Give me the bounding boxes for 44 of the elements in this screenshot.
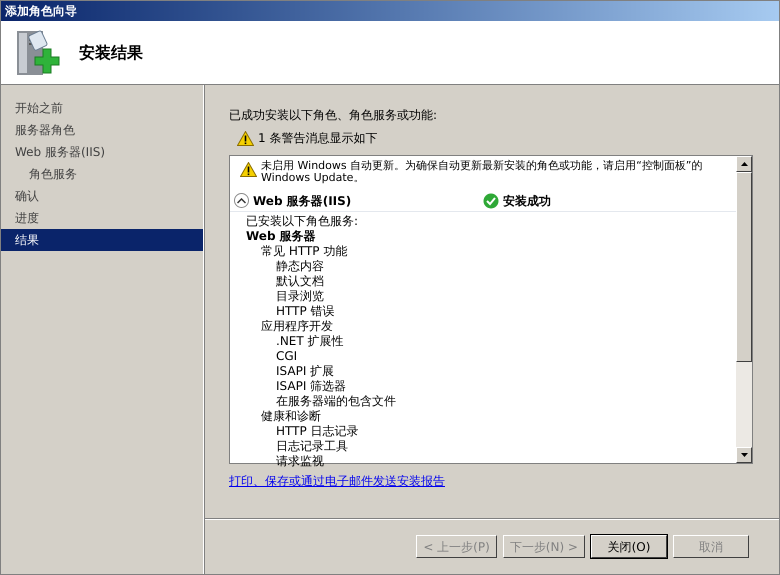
- collapse-button[interactable]: [234, 193, 249, 208]
- role-service-item: .NET 扩展性: [275, 334, 345, 349]
- role-service-item: 请求监视: [275, 454, 325, 469]
- nav-item[interactable]: 角色服务: [1, 163, 203, 185]
- scroll-up-button[interactable]: [736, 156, 752, 172]
- warning-icon: [240, 162, 257, 177]
- summary-text: 已成功安装以下角色、角色服务或功能:: [229, 107, 438, 123]
- success-check-icon: [483, 192, 499, 208]
- nav-item[interactable]: 确认: [1, 185, 203, 207]
- role-service-item: 在服务器端的包含文件: [275, 394, 397, 409]
- role-name: Web 服务器(IIS): [253, 192, 352, 210]
- up-arrow-icon: [740, 162, 748, 166]
- page-title: 安装结果: [79, 42, 143, 64]
- window-title: 添加角色向导: [1, 1, 779, 21]
- role-service-item: CGI: [275, 349, 298, 364]
- warning-count-text: 1 条警告消息显示如下: [258, 130, 378, 147]
- role-service-item: ISAPI 扩展: [275, 364, 336, 379]
- role-service-item: 静态内容: [275, 259, 325, 274]
- nav-item[interactable]: 开始之前: [1, 97, 203, 119]
- intro-text: 已安装以下角色服务:: [246, 214, 360, 229]
- nav-item[interactable]: 服务器角色: [1, 119, 203, 141]
- role-service-item: 应用程序开发: [260, 319, 334, 334]
- down-arrow-icon: [740, 453, 748, 457]
- role-service-item: 目录浏览: [275, 289, 325, 304]
- role-service-item: Web 服务器: [246, 229, 317, 244]
- nav-item[interactable]: 进度: [1, 207, 203, 229]
- role-service-item: HTTP 日志记录: [275, 424, 360, 439]
- scroll-down-button[interactable]: [736, 447, 752, 463]
- scrollbar[interactable]: [736, 156, 752, 463]
- role-service-item: 日志记录工具: [275, 439, 349, 454]
- role-service-item: 常见 HTTP 功能: [260, 244, 348, 259]
- status-text: 安装成功: [503, 192, 551, 210]
- wizard-button[interactable]: 关闭(O): [591, 535, 667, 558]
- report-link[interactable]: 打印、保存或通过电子邮件发送安装报告: [229, 474, 445, 488]
- nav-item[interactable]: Web 服务器(IIS): [1, 141, 203, 163]
- warning-icon: [237, 130, 254, 146]
- role-service-item: ISAPI 筛选器: [275, 379, 348, 394]
- role-service-item: 健康和诊断: [260, 409, 322, 424]
- warning-message: 未启用 Windows 自动更新。为确保自动更新最新安装的角色或功能，请启用“控制面板”的 Windows Update。: [261, 160, 704, 184]
- nav-item[interactable]: 结果: [1, 229, 203, 251]
- chevron-up-icon: [237, 198, 246, 204]
- role-service-item: HTTP 错误: [275, 304, 336, 319]
- scroll-thumb[interactable]: [736, 172, 752, 362]
- role-service-item: 默认文档: [275, 274, 325, 289]
